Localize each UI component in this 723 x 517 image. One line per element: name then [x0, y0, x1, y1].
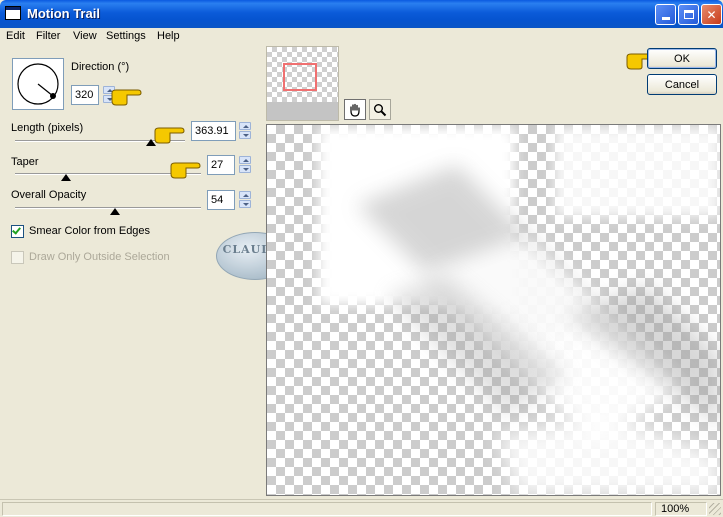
outside-selection-checkbox — [11, 251, 24, 264]
cancel-button[interactable]: Cancel — [647, 74, 717, 95]
smear-color-checkbox[interactable] — [11, 225, 24, 238]
status-bar: 100% — [0, 499, 723, 517]
opacity-slider-thumb[interactable] — [110, 208, 120, 215]
taper-spinner[interactable] — [239, 156, 251, 173]
window-title: Motion Trail — [27, 6, 100, 21]
minimize-button[interactable] — [655, 4, 676, 25]
pointing-hand-icon — [111, 89, 142, 106]
status-message-cell — [2, 502, 652, 516]
menu-settings[interactable]: Settings — [106, 30, 146, 42]
outside-selection-label: Draw Only Outside Selection — [29, 251, 170, 263]
direction-dial-graphic — [17, 63, 59, 105]
spin-up-icon[interactable] — [239, 156, 251, 164]
window-app-icon — [5, 6, 21, 20]
close-icon: ✕ — [706, 7, 717, 22]
pointing-hand-icon — [154, 127, 185, 144]
title-bar[interactable]: Motion Trail ✕ — [0, 0, 723, 28]
menu-view[interactable]: View — [73, 30, 97, 42]
zoom-level: 100% — [661, 503, 690, 515]
direction-dial[interactable] — [12, 58, 64, 110]
menu-help[interactable]: Help — [157, 30, 180, 42]
taper-input[interactable]: 27 — [207, 155, 235, 175]
menu-edit[interactable]: Edit — [6, 30, 25, 42]
spin-up-icon[interactable] — [239, 191, 251, 199]
length-spinner[interactable] — [239, 122, 251, 139]
magnifier-icon — [374, 103, 387, 116]
ok-button[interactable]: OK — [647, 48, 717, 69]
taper-label: Taper — [11, 156, 39, 168]
opacity-slider-track[interactable] — [15, 207, 201, 209]
pan-tool-button[interactable] — [344, 99, 366, 120]
zoom-tool-button[interactable] — [369, 99, 391, 120]
minimize-icon — [661, 17, 670, 20]
menu-filter[interactable]: Filter — [36, 30, 60, 42]
spin-down-icon[interactable] — [239, 131, 251, 139]
maximize-button[interactable] — [678, 4, 699, 25]
taper-slider-thumb[interactable] — [61, 174, 71, 181]
opacity-spinner[interactable] — [239, 191, 251, 208]
check-icon — [12, 225, 21, 235]
length-label: Length (pixels) — [11, 122, 84, 134]
motion-trail-preview-image — [319, 127, 720, 495]
close-button[interactable]: ✕ — [701, 4, 722, 25]
direction-input[interactable]: 320 — [71, 85, 99, 105]
navigator-band — [267, 102, 338, 120]
opacity-label: Overall Opacity — [11, 189, 87, 201]
resize-grip-icon[interactable] — [709, 503, 721, 515]
opacity-input[interactable]: 54 — [207, 190, 235, 210]
navigator-viewport[interactable] — [283, 63, 317, 91]
menu-bar: Edit Filter View Settings Help — [0, 28, 723, 46]
preview-canvas[interactable] — [266, 124, 721, 496]
direction-label: Direction (°) — [71, 61, 130, 73]
spin-down-icon[interactable] — [239, 200, 251, 208]
length-input[interactable]: 363.91 — [191, 121, 236, 141]
pointing-hand-icon — [170, 162, 201, 179]
hand-tool-icon — [350, 103, 360, 117]
maximize-icon — [683, 10, 694, 19]
spin-down-icon[interactable] — [239, 165, 251, 173]
spin-up-icon[interactable] — [239, 122, 251, 130]
preview-navigator[interactable] — [266, 46, 339, 121]
smear-color-label[interactable]: Smear Color from Edges — [29, 225, 150, 237]
